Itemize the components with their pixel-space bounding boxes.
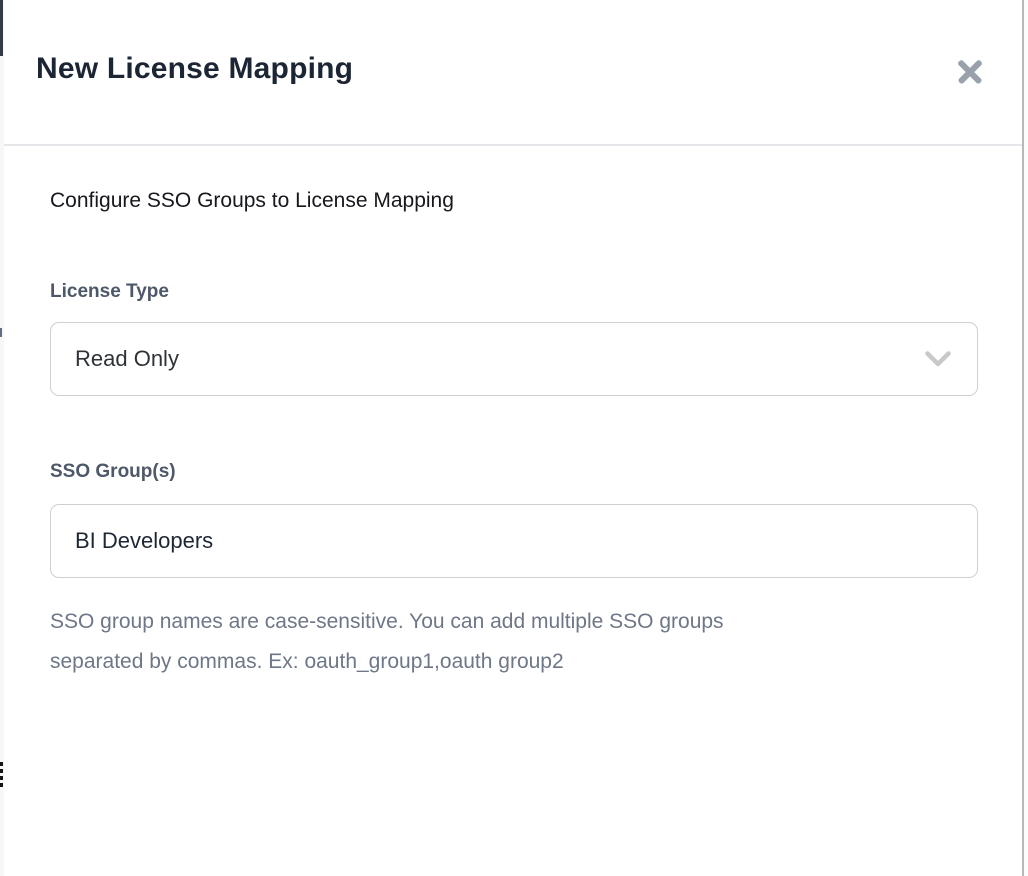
modal-header: New License Mapping [4, 0, 1022, 146]
sso-groups-input-wrapper [50, 504, 978, 578]
close-icon [957, 58, 983, 84]
page-behind-list-dash [0, 769, 3, 773]
license-type-label: License Type [50, 280, 978, 304]
page-behind-list-dash [0, 783, 3, 787]
sso-groups-field-group: SSO Group(s) SSO group names are case-se… [50, 460, 978, 682]
sso-groups-input[interactable] [75, 505, 953, 577]
close-button[interactable] [954, 55, 986, 87]
page-behind-right-edge [1024, 0, 1028, 876]
page-behind-list-dash [0, 776, 3, 780]
license-type-selected-value: Read Only [75, 346, 179, 372]
sso-groups-help-text: SSO group names are case-sensitive. You … [50, 602, 978, 682]
help-line-1: SSO group names are case-sensitive. You … [50, 610, 724, 633]
modal-body: Configure SSO Groups to License Mapping … [4, 146, 1022, 682]
page-behind-dark-header-edge [0, 0, 3, 56]
form-heading: Configure SSO Groups to License Mapping [50, 186, 978, 216]
license-type-field-group: License Type Read Only [50, 280, 978, 396]
page-behind-text-fragment [0, 328, 2, 337]
modal-title: New License Mapping [36, 52, 353, 86]
chevron-down-icon [925, 351, 951, 368]
new-license-mapping-dialog: New License Mapping Configure SSO Groups… [4, 0, 1022, 876]
sso-groups-label: SSO Group(s) [50, 460, 978, 484]
license-type-select[interactable]: Read Only [50, 322, 978, 396]
page-behind-list-dash [0, 762, 3, 766]
help-line-2: separated by commas. Ex: oauth_group1,oa… [50, 650, 564, 673]
